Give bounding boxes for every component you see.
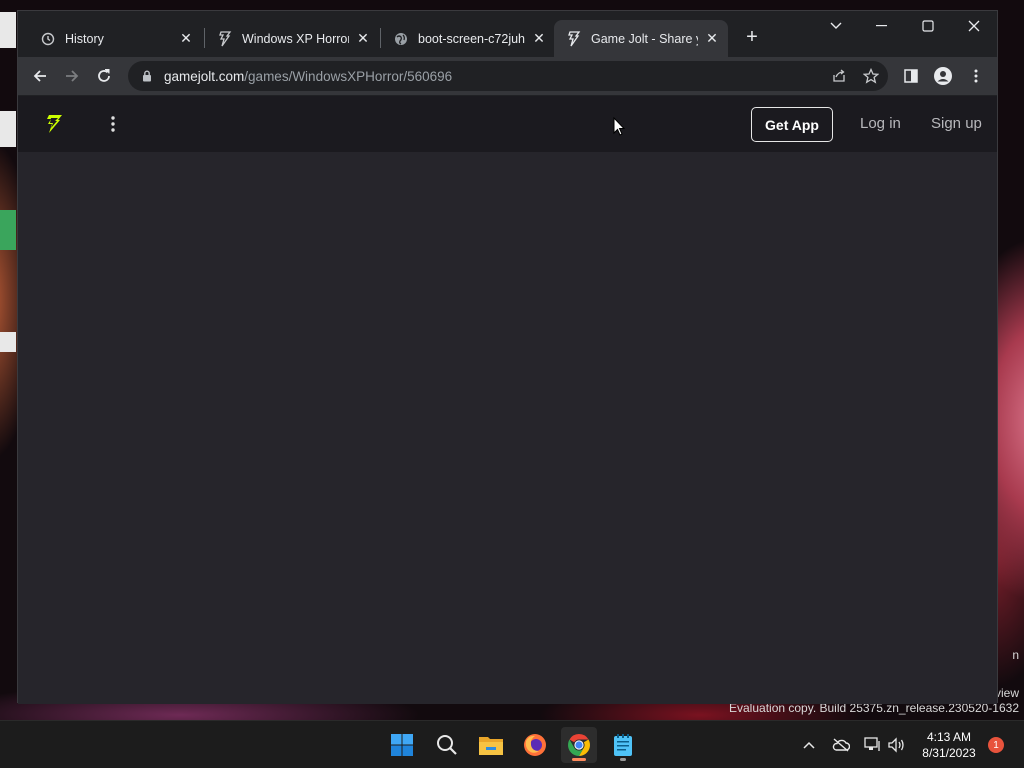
desktop-icon-fragment[interactable]: [0, 210, 16, 250]
close-tab-icon[interactable]: ✕: [531, 30, 547, 47]
desktop-icon-fragment[interactable]: [0, 111, 16, 147]
page-content: Get App Log in Sign up: [18, 96, 997, 704]
taskbar-search-button[interactable]: [429, 727, 465, 763]
running-app-indicator: [620, 758, 626, 761]
notification-badge[interactable]: 1: [988, 737, 1004, 753]
network-icon[interactable]: [863, 735, 883, 755]
gamejolt-navbar: Get App Log in Sign up: [18, 96, 997, 152]
search-icon: [437, 735, 457, 755]
desktop-icon-fragment[interactable]: [0, 332, 16, 352]
sign-up-link[interactable]: Sign up: [931, 115, 982, 132]
tab-boot-screen[interactable]: boot-screen-c72juhpe ✕: [381, 20, 555, 57]
lock-icon[interactable]: [140, 69, 154, 83]
tab-title: Windows XP Horror Edition: [242, 31, 349, 46]
close-tab-icon[interactable]: ✕: [355, 30, 371, 47]
chrome-icon: [568, 734, 590, 756]
notepad-button[interactable]: [605, 727, 641, 763]
new-tab-button[interactable]: +: [740, 25, 764, 49]
reload-button[interactable]: [90, 62, 118, 90]
side-panel-icon[interactable]: [897, 62, 925, 90]
tab-title: Game Jolt - Share your creations: [591, 31, 698, 46]
browser-toolbar: gamejolt.com/games/WindowsXPHorror/56069…: [18, 57, 997, 95]
tab-windows-xp-horror[interactable]: Windows XP Horror Edition ✕: [205, 20, 379, 57]
log-in-link[interactable]: Log in: [860, 115, 901, 132]
maximize-button[interactable]: [905, 11, 951, 41]
firefox-button[interactable]: [517, 727, 553, 763]
tab-title: boot-screen-c72juhpe: [418, 31, 525, 46]
tab-gamejolt-active[interactable]: Game Jolt - Share your creations ✕: [554, 20, 728, 57]
start-button[interactable]: [384, 727, 420, 763]
url-path: /games/WindowsXPHorror/560696: [244, 68, 453, 84]
mouse-cursor-icon: [613, 116, 626, 137]
show-hidden-icons-chevron-icon[interactable]: [799, 735, 819, 755]
kebab-menu-icon[interactable]: [103, 112, 123, 136]
more-menu-icon[interactable]: [962, 62, 990, 90]
close-window-button[interactable]: [951, 11, 997, 41]
close-tab-icon[interactable]: ✕: [704, 30, 720, 47]
onedrive-cloud-icon[interactable]: [831, 735, 851, 755]
taskbar: 4:13 AM 8/31/2023 1: [0, 720, 1024, 768]
browser-window: History ✕ Windows XP Horror Edition ✕ bo…: [17, 10, 998, 704]
gamejolt-icon: [566, 30, 582, 47]
globe-icon: [393, 31, 409, 47]
url-text: gamejolt.com/games/WindowsXPHorror/56069…: [164, 69, 452, 84]
clock-time: 4:13 AM: [926, 730, 972, 744]
forward-button[interactable]: [58, 62, 86, 90]
tab-title: History: [65, 31, 104, 46]
watermark-line-1: n: [1012, 648, 1019, 662]
profile-avatar-icon[interactable]: [929, 62, 957, 90]
system-clock[interactable]: 4:13 AM 8/31/2023: [912, 729, 986, 761]
bookmark-star-icon[interactable]: [861, 66, 881, 86]
share-icon[interactable]: [829, 66, 849, 86]
get-app-button[interactable]: Get App: [751, 107, 833, 142]
close-tab-icon[interactable]: ✕: [178, 30, 194, 47]
volume-icon[interactable]: [886, 735, 906, 755]
desktop-icon-fragment[interactable]: [0, 12, 16, 48]
chrome-button[interactable]: [561, 727, 597, 763]
url-host: gamejolt.com: [164, 68, 245, 84]
back-button[interactable]: [26, 62, 54, 90]
file-explorer-button[interactable]: [473, 727, 509, 763]
file-explorer-icon: [479, 737, 503, 755]
active-app-indicator: [572, 758, 586, 761]
minimize-button[interactable]: [859, 11, 905, 41]
gamejolt-logo-icon[interactable]: [43, 113, 65, 135]
tab-strip: History ✕ Windows XP Horror Edition ✕ bo…: [18, 11, 997, 57]
history-icon: [40, 31, 56, 47]
notepad-icon: [614, 734, 632, 756]
tab-search-chevron-icon[interactable]: [813, 11, 859, 41]
address-bar[interactable]: gamejolt.com/games/WindowsXPHorror/56069…: [128, 61, 888, 91]
watermark-line-2: view: [994, 686, 1019, 700]
tab-history[interactable]: History ✕: [28, 20, 202, 57]
start-icon: [391, 734, 413, 756]
gamejolt-icon: [217, 30, 233, 47]
clock-date: 8/31/2023: [922, 746, 976, 760]
firefox-icon: [524, 734, 546, 756]
